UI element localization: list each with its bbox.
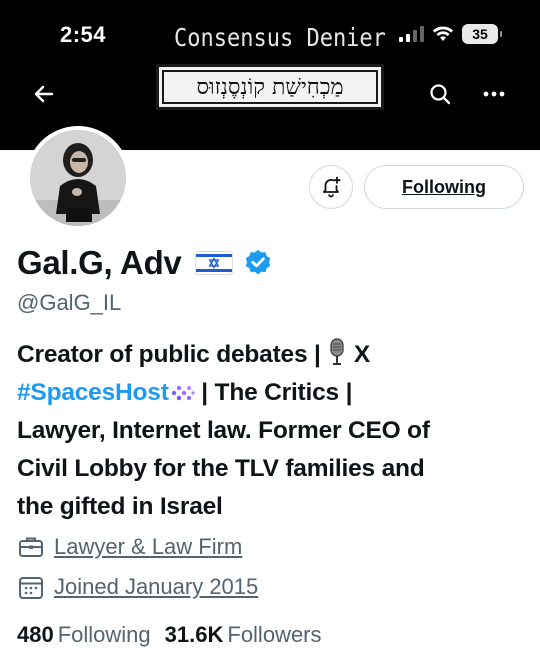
avatar[interactable] <box>26 126 130 230</box>
banner-title: Consensus Denier <box>174 24 386 53</box>
display-name: Gal.G, Adv <box>17 244 182 281</box>
sparkle-dots-icon <box>171 385 195 401</box>
user-handle: @GalG_IL <box>17 290 122 315</box>
microphone-icon <box>330 338 344 365</box>
verified-badge-icon[interactable] <box>243 248 273 278</box>
follow-counts: 480 Following 31.6K Followers <box>17 622 322 648</box>
back-button[interactable] <box>24 74 64 114</box>
followers-count: 31.6K <box>164 622 224 647</box>
more-button[interactable] <box>474 74 514 114</box>
name-row: Gal.G, Adv <box>17 244 273 282</box>
status-icons: 35 <box>399 24 502 44</box>
following-label: Following <box>57 622 151 647</box>
bio-text: Creator of public debates | <box>17 341 328 368</box>
calendar-icon <box>19 577 43 599</box>
following-count-link[interactable]: 480 Following <box>17 622 151 648</box>
bio-line-4: Civil Lobby for the TLV families and <box>17 455 425 482</box>
back-arrow-icon <box>34 85 54 103</box>
battery-icon: 35 <box>462 24 502 44</box>
search-icon <box>430 84 451 105</box>
bio: Creator of public debates | X #SpacesHos… <box>17 336 527 526</box>
followers-label: Followers <box>227 622 322 647</box>
avatar-photo <box>30 130 126 226</box>
signal-icon <box>399 26 424 42</box>
status-time: 2:54 <box>60 22 107 47</box>
search-button[interactable] <box>420 74 460 114</box>
briefcase-icon <box>19 537 43 557</box>
more-icon <box>483 91 505 97</box>
bio-line-2: #SpacesHost | The Critics | <box>17 374 527 412</box>
bio-text: | The Critics | <box>194 379 353 406</box>
followers-count-link[interactable]: 31.6K Followers <box>165 622 322 648</box>
profile-category[interactable]: Lawyer & Law Firm <box>18 534 242 560</box>
hebrew-title: מַכְחִישַׁת קוֹנְסֶנְזוּס <box>162 70 378 104</box>
wifi-icon <box>433 26 453 41</box>
joined-label: Joined January 2015 <box>54 574 259 599</box>
bio-line-3: Lawyer, Internet law. Former CEO of <box>17 417 430 444</box>
bio-text: X <box>347 341 371 368</box>
israel-flag-icon <box>195 251 234 275</box>
joined-date: Joined January 2015 <box>18 574 258 600</box>
bio-line-1: Creator of public debates | X <box>17 336 527 374</box>
bio-line-5: the gifted in Israel <box>17 493 223 520</box>
category-label: Lawyer & Law Firm <box>54 534 243 559</box>
following-count: 480 <box>17 622 54 647</box>
following-button[interactable]: Following <box>364 165 524 209</box>
hebrew-title-box: מַכְחִישַׁת קוֹנְסֶנְזוּס <box>156 64 384 110</box>
hashtag-link[interactable]: #SpacesHost <box>17 379 169 406</box>
notifications-button[interactable] <box>309 165 353 209</box>
bell-plus-icon <box>323 176 341 198</box>
